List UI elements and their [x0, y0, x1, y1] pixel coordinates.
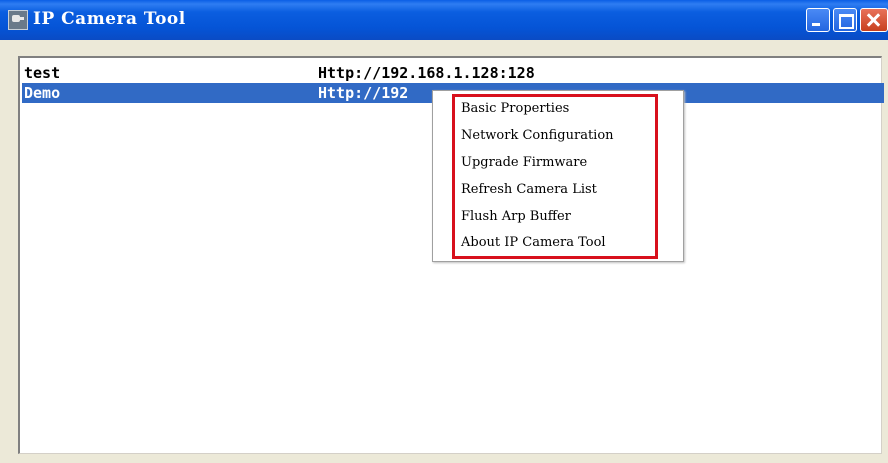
camera-url: Http://192	[318, 84, 409, 102]
menu-item-about[interactable]: About IP Camera Tool	[461, 232, 606, 254]
camera-name: Demo	[24, 84, 61, 102]
menu-item-basic-properties[interactable]: Basic Properties	[461, 98, 569, 120]
menu-item-upgrade-firmware[interactable]: Upgrade Firmware	[461, 152, 587, 174]
close-button[interactable]	[860, 8, 888, 32]
menu-item-flush-arp-buffer[interactable]: Flush Arp Buffer	[461, 206, 571, 228]
camera-url: Http://192.168.1.128:128	[318, 64, 535, 82]
context-menu: Basic Properties Network Configuration U…	[432, 90, 684, 262]
menu-item-refresh-camera-list[interactable]: Refresh Camera List	[461, 179, 597, 201]
maximize-button[interactable]	[833, 8, 857, 32]
title-bar[interactable]: IP Camera Tool	[0, 0, 888, 40]
camera-icon[interactable]	[8, 10, 28, 30]
minimize-button[interactable]	[806, 8, 830, 32]
camera-name: test	[24, 64, 61, 82]
window-title: IP Camera Tool	[33, 9, 186, 29]
menu-item-network-configuration[interactable]: Network Configuration	[461, 125, 614, 147]
camera-row[interactable]: test Http://192.168.1.128:128	[22, 63, 884, 83]
app-window: IP Camera Tool test Http://192.168.1.128…	[0, 0, 888, 463]
